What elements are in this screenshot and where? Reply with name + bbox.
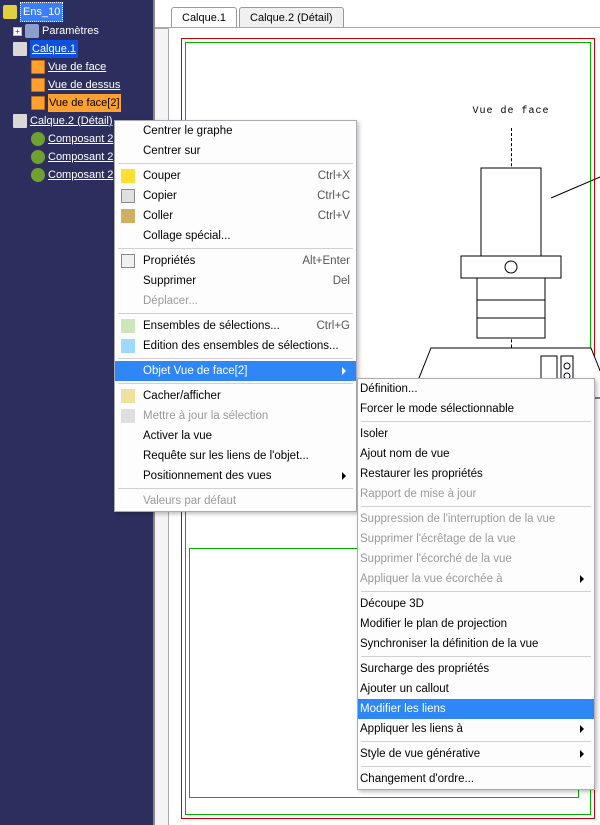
menu-separator	[361, 506, 591, 507]
layer-icon	[13, 114, 27, 128]
cut-icon	[121, 169, 135, 183]
layer-tabs: Calque.1 Calque.2 (Détail)	[155, 0, 600, 28]
submenu-change-order[interactable]: Changement d'ordre...	[358, 769, 594, 789]
view-icon	[31, 96, 45, 110]
menu-selection-sets[interactable]: Ensembles de sélections...Ctrl+G	[115, 316, 356, 336]
menu-separator	[118, 313, 353, 314]
submenu-restore-properties[interactable]: Restaurer les propriétés	[358, 464, 594, 484]
submenu-generative-style[interactable]: Style de vue générative	[358, 744, 594, 764]
submenu-force-selectable[interactable]: Forcer le mode sélectionnable	[358, 399, 594, 419]
tree-label: Composant 2	[48, 166, 113, 184]
menu-delete[interactable]: SupprimerDel	[115, 271, 356, 291]
menu-edit-selection-sets[interactable]: Edition des ensembles de sélections...	[115, 336, 356, 356]
paste-icon	[121, 209, 135, 223]
submenu-override-properties[interactable]: Surcharge des propriétés	[358, 659, 594, 679]
submenu-sync-definition[interactable]: Synchroniser la définition de la vue	[358, 634, 594, 654]
menu-paste-special[interactable]: Collage spécial...	[115, 226, 356, 246]
menu-separator	[361, 591, 591, 592]
menu-activate-view[interactable]: Activer la vue	[115, 426, 356, 446]
view-icon	[31, 60, 45, 74]
submenu-update-report: Rapport de mise à jour	[358, 484, 594, 504]
context-submenu: Définition... Forcer le mode sélectionna…	[357, 378, 595, 790]
submenu-definition[interactable]: Définition...	[358, 379, 594, 399]
assembly-icon	[3, 5, 17, 19]
edit-sets-icon	[121, 339, 135, 353]
tree-node-view-selected[interactable]: Vue de face[2]	[31, 94, 147, 112]
menu-paste[interactable]: CollerCtrl+V	[115, 206, 356, 226]
submenu-apply-links[interactable]: Appliquer les liens à	[358, 719, 594, 739]
context-menu: Centrer le graphe Centrer sur CouperCtrl…	[114, 120, 357, 512]
submenu-suppress-flay: Supprimer l'écorché de la vue	[358, 549, 594, 569]
tree-root-label: Ens_10	[20, 2, 63, 22]
properties-icon	[121, 254, 135, 268]
menu-copy[interactable]: CopierCtrl+C	[115, 186, 356, 206]
submenu-isolate[interactable]: Isoler	[358, 424, 594, 444]
menu-move: Déplacer...	[115, 291, 356, 311]
parameters-icon	[25, 24, 39, 38]
menu-separator	[361, 656, 591, 657]
submenu-3d-cut[interactable]: Découpe 3D	[358, 594, 594, 614]
component-icon	[31, 168, 45, 182]
tree-node-view[interactable]: Vue de face	[31, 58, 147, 76]
hide-show-icon	[121, 389, 135, 403]
tree-label: Composant 2	[48, 148, 113, 166]
menu-separator	[361, 741, 591, 742]
tree-label: Vue de face	[48, 58, 106, 76]
submenu-modify-projection[interactable]: Modifier le plan de projection	[358, 614, 594, 634]
selection-sets-icon	[121, 319, 135, 333]
view-icon	[31, 78, 45, 92]
refresh-icon	[121, 409, 135, 423]
tree-label: Composant 2	[48, 130, 113, 148]
menu-view-positioning[interactable]: Positionnement des vues	[115, 466, 356, 486]
menu-separator	[361, 421, 591, 422]
menu-properties[interactable]: PropriétésAlt+Enter	[115, 251, 356, 271]
submenu-suppress-interrupt: Suppression de l'interruption de la vue	[358, 509, 594, 529]
view-caption: Vue de face	[451, 106, 571, 117]
menu-separator	[361, 766, 591, 767]
menu-hide-show[interactable]: Cacher/afficher	[115, 386, 356, 406]
submenu-add-view-name[interactable]: Ajout nom de vue	[358, 444, 594, 464]
menu-view-object[interactable]: Objet Vue de face[2]	[115, 361, 356, 381]
tree-node-view[interactable]: Vue de dessus	[31, 76, 147, 94]
submenu-suppress-clip: Supprimer l'écrêtage de la vue	[358, 529, 594, 549]
component-icon	[31, 150, 45, 164]
menu-update-selection: Mettre à jour la sélection	[115, 406, 356, 426]
expand-icon[interactable]: +	[13, 27, 22, 36]
menu-center-graph[interactable]: Centrer le graphe	[115, 121, 356, 141]
menu-default-values: Valeurs par défaut	[115, 491, 356, 511]
copy-icon	[121, 189, 135, 203]
tree-label: Vue de face[2]	[48, 94, 121, 112]
tree-label: Paramètres	[42, 22, 99, 40]
menu-cut[interactable]: CouperCtrl+X	[115, 166, 356, 186]
submenu-apply-flay: Appliquer la vue écorchée à	[358, 569, 594, 589]
menu-separator	[118, 163, 353, 164]
tab-layer2[interactable]: Calque.2 (Détail)	[239, 7, 344, 27]
menu-separator	[118, 488, 353, 489]
menu-separator	[118, 248, 353, 249]
menu-query-links[interactable]: Requête sur les liens de l'objet...	[115, 446, 356, 466]
tree-label: Calque.1	[30, 40, 78, 58]
tree-label: Vue de dessus	[48, 76, 120, 94]
tree-root[interactable]: Ens_10	[3, 2, 147, 22]
menu-separator	[118, 358, 353, 359]
layer-icon	[13, 42, 27, 56]
tree-node-layer1[interactable]: Calque.1	[13, 40, 147, 58]
submenu-modify-links[interactable]: Modifier les liens	[358, 699, 594, 719]
submenu-add-callout[interactable]: Ajouter un callout	[358, 679, 594, 699]
menu-center-on[interactable]: Centrer sur	[115, 141, 356, 161]
tree-node-parameters[interactable]: + Paramètres	[13, 22, 147, 40]
component-icon	[31, 132, 45, 146]
tree-label: Calque.2 (Détail)	[30, 112, 113, 130]
tab-layer1[interactable]: Calque.1	[171, 7, 237, 27]
menu-separator	[118, 383, 353, 384]
